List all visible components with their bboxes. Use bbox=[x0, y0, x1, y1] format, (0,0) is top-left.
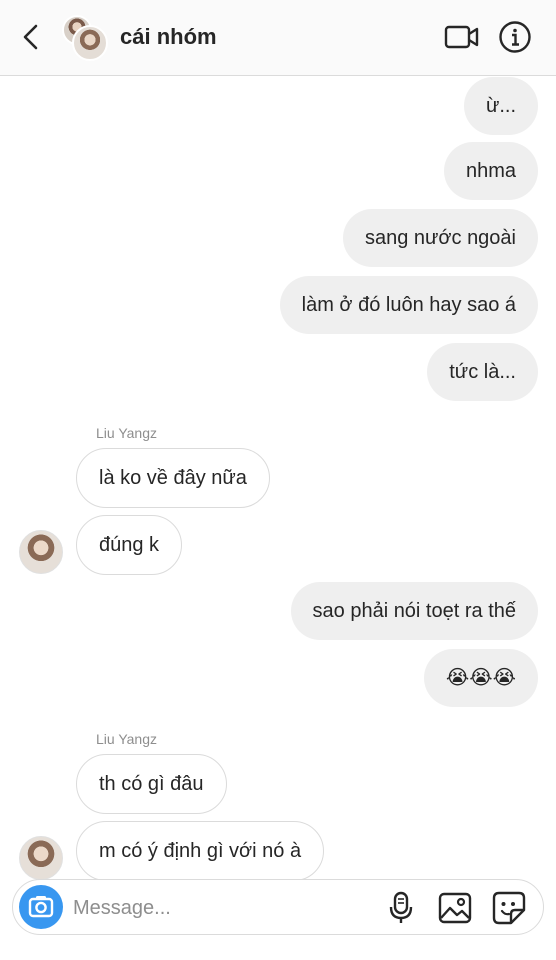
microphone-icon[interactable] bbox=[385, 890, 417, 926]
group-avatar[interactable] bbox=[62, 15, 108, 61]
gallery-icon[interactable] bbox=[437, 890, 473, 926]
sender-avatar[interactable] bbox=[19, 530, 63, 574]
info-icon[interactable] bbox=[498, 20, 532, 54]
message-input[interactable] bbox=[73, 893, 373, 923]
message-bubble-outgoing[interactable]: nhma bbox=[443, 142, 538, 200]
message-bubble-outgoing[interactable]: sang nước ngoài bbox=[342, 209, 538, 267]
message-bubble-incoming[interactable]: th có gì đâu bbox=[76, 754, 227, 814]
message-bubble-outgoing[interactable]: tức là... bbox=[427, 343, 538, 401]
message-bubble-outgoing[interactable]: sao phải nói toẹt ra thế bbox=[290, 582, 538, 640]
message-bubble-incoming[interactable]: đúng k bbox=[76, 515, 183, 575]
message-bubble-outgoing[interactable]: ừ... bbox=[463, 77, 538, 135]
chat-header: cái nhóm bbox=[0, 0, 556, 76]
message-bubble-incoming[interactable]: là ko về đây nữa bbox=[76, 448, 270, 508]
sticker-icon[interactable] bbox=[491, 890, 527, 926]
message-bubble-incoming[interactable]: m có ý định gì với nó à bbox=[76, 821, 325, 881]
sender-name: Liu Yangz bbox=[96, 731, 157, 747]
video-call-icon[interactable] bbox=[444, 22, 480, 52]
camera-icon bbox=[28, 896, 54, 918]
message-bubble-outgoing[interactable]: làm ở đó luôn hay sao á bbox=[279, 276, 538, 334]
group-avatar-front bbox=[72, 25, 108, 61]
sender-avatar[interactable] bbox=[19, 836, 63, 880]
back-chevron-icon[interactable] bbox=[18, 22, 44, 52]
chat-title[interactable]: cái nhóm bbox=[120, 24, 217, 50]
camera-button[interactable] bbox=[19, 885, 63, 929]
sender-name: Liu Yangz bbox=[96, 425, 157, 441]
message-composer bbox=[12, 879, 544, 935]
message-bubble-emoji[interactable]: 😭😭😭 bbox=[423, 649, 538, 707]
